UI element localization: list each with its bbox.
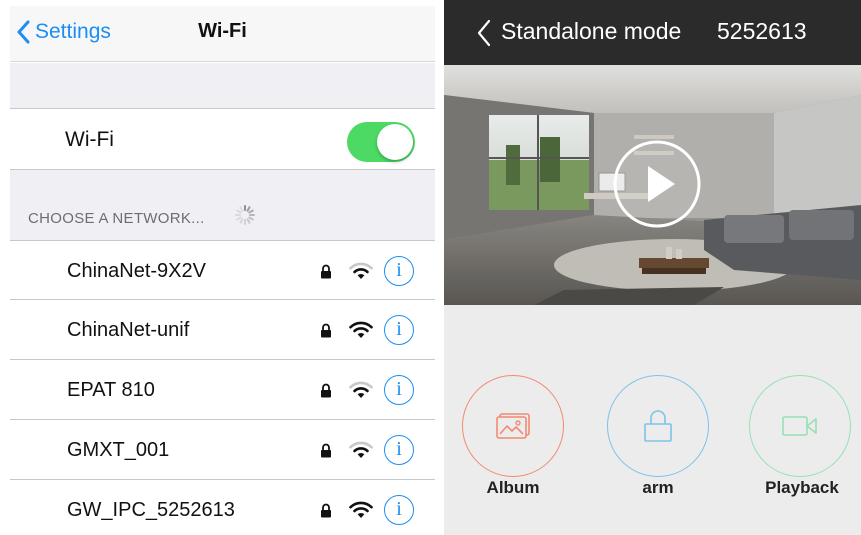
page-title: Wi-Fi	[198, 20, 247, 42]
lock-icon	[321, 323, 331, 338]
network-row[interactable]: EPAT 810 i	[10, 360, 435, 420]
wifi-signal-medium-icon	[349, 441, 373, 458]
playback-label: Playback	[765, 478, 839, 497]
choose-network-header: CHOOSE A NETWORK...	[10, 170, 435, 240]
app-header: Standalone mode 5252613	[444, 0, 861, 65]
lock-icon	[321, 503, 331, 518]
wifi-toggle-switch[interactable]	[347, 122, 415, 162]
mode-title: Standalone mode	[501, 18, 682, 44]
video-camera-icon	[782, 416, 817, 436]
playback-button[interactable]	[749, 375, 851, 477]
arm-button[interactable]	[607, 375, 709, 477]
lock-icon	[321, 443, 331, 458]
picture-icon	[496, 413, 530, 439]
camera-app-screen: Standalone mode 5252613 Album arm Playba…	[444, 0, 861, 535]
toggle-knob	[377, 124, 413, 160]
network-list: ChinaNet-9X2V i ChinaNet-unif i EPAT 810…	[10, 240, 435, 535]
wifi-signal-full-icon	[349, 321, 373, 338]
device-id: 5252613	[717, 18, 807, 44]
lock-icon	[644, 410, 672, 442]
back-arrow-icon[interactable]	[476, 19, 492, 47]
loading-spinner-icon	[235, 205, 255, 225]
wifi-settings-screen: Settings Wi-Fi Wi-Fi CHOOSE A NETWORK...	[10, 6, 435, 535]
network-info-icon[interactable]: i	[384, 375, 414, 405]
arm-label: arm	[642, 478, 674, 497]
network-name: GW_IPC_5252613	[67, 499, 235, 521]
navigation-bar: Settings Wi-Fi	[10, 6, 435, 62]
network-row[interactable]: ChinaNet-unif i	[10, 300, 435, 360]
lock-icon	[321, 264, 331, 279]
network-info-icon[interactable]: i	[384, 256, 414, 286]
network-name: ChinaNet-unif	[67, 319, 190, 341]
network-info-icon[interactable]: i	[384, 495, 414, 525]
album-label: Album	[486, 478, 540, 497]
network-row[interactable]: ChinaNet-9X2V i	[10, 240, 435, 300]
wifi-toggle-row: Wi-Fi	[10, 108, 435, 170]
album-button[interactable]	[462, 375, 564, 477]
section-label: CHOOSE A NETWORK...	[28, 210, 205, 227]
section-spacer	[10, 63, 435, 108]
network-name: GMXT_001	[67, 439, 170, 461]
network-name: EPAT 810	[67, 379, 155, 401]
lock-icon	[321, 383, 331, 398]
network-row[interactable]: GMXT_001 i	[10, 420, 435, 480]
network-row[interactable]: GW_IPC_5252613 i	[10, 480, 435, 535]
wifi-label: Wi-Fi	[65, 128, 114, 151]
network-info-icon[interactable]: i	[384, 435, 414, 465]
network-name: ChinaNet-9X2V	[67, 260, 206, 282]
wifi-signal-medium-icon	[349, 262, 373, 279]
network-info-icon[interactable]: i	[384, 315, 414, 345]
video-preview[interactable]	[444, 65, 861, 305]
wifi-signal-medium-icon	[349, 381, 373, 398]
play-icon[interactable]	[611, 138, 703, 230]
wifi-signal-full-icon	[349, 501, 373, 518]
